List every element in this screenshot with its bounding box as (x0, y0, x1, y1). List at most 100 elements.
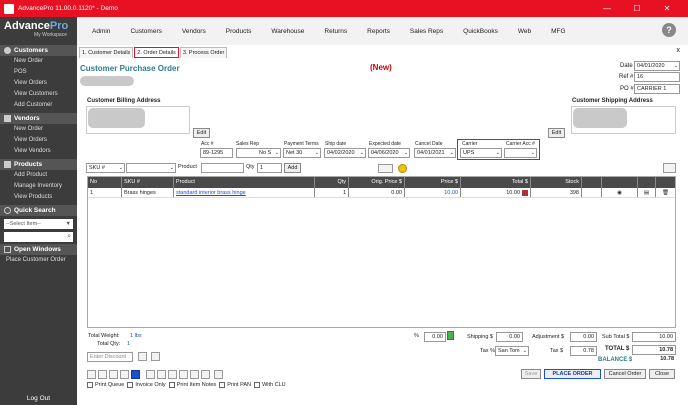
minimize-button[interactable]: — (592, 0, 622, 17)
quick-search-input[interactable]: ⌕ (4, 232, 73, 242)
attach-icon[interactable] (109, 370, 118, 379)
sidebar-item-pos[interactable]: POS (0, 67, 77, 78)
save-button[interactable]: Save (521, 369, 541, 379)
sku-select[interactable]: SKU # ⌄ (86, 163, 125, 173)
menu-customers[interactable]: Customers (130, 28, 161, 35)
place-order-button[interactable]: PLACE ORDER (544, 369, 601, 379)
discount-remove-icon[interactable] (151, 352, 160, 361)
calculator-icon[interactable] (447, 331, 454, 340)
binoculars-icon[interactable] (378, 164, 393, 173)
copy-icon[interactable] (146, 370, 155, 379)
billing-address-box[interactable] (86, 106, 190, 134)
sidebar-item-manage-inventory[interactable]: Manage Inventory (0, 181, 77, 192)
print-pan-checkbox[interactable]: Print PAN (219, 382, 251, 388)
notes-icon[interactable]: ▤ (638, 188, 656, 197)
lock-icon[interactable] (87, 370, 96, 379)
document-icon[interactable] (168, 370, 177, 379)
menu-web[interactable]: Web (518, 28, 531, 35)
expected-date-field[interactable]: 04/06/2020 ⌄ (368, 148, 410, 158)
export-icon[interactable] (201, 370, 210, 379)
col-no[interactable]: No (88, 177, 122, 188)
shipping-input[interactable]: 0.00 (496, 332, 523, 342)
tab-order-details[interactable]: 2. Order Details (134, 47, 179, 58)
sidebar-item-add-product[interactable]: Add Product (0, 170, 77, 181)
acc-field[interactable]: 89-1295 (200, 148, 233, 158)
adjustment-input[interactable]: 0.00 (570, 332, 597, 342)
menu-reports[interactable]: Reports (367, 28, 390, 35)
col-orig-price[interactable]: Orig. Price $ (349, 177, 405, 188)
print-queue-checkbox[interactable]: Print Queue (87, 382, 124, 388)
cancel-date-field[interactable]: 04/01/2021 ⌄ (414, 148, 456, 158)
cell-qty[interactable]: 1 (315, 188, 349, 197)
logout-button[interactable]: Log Out (0, 395, 77, 402)
close-button[interactable]: Close (649, 369, 675, 379)
print-item-notes-checkbox[interactable]: Print Item Notes (168, 382, 216, 388)
col-total[interactable]: Total $ (461, 177, 531, 188)
edit-billing-button[interactable]: Edit (193, 128, 210, 138)
date-field[interactable]: 04/01/2020 ⌄ (634, 61, 680, 71)
tab-customer-details[interactable]: 1. Customer Details (79, 47, 134, 58)
percent-input[interactable]: 0.00 (424, 332, 446, 342)
section-customers[interactable]: Customers (0, 45, 77, 56)
menu-products[interactable]: Products (226, 28, 252, 35)
payment-terms-select[interactable]: Net 30 ⌄ (283, 148, 321, 158)
product-link[interactable]: standard interior brass hinge (174, 188, 315, 197)
tax-rate-select[interactable]: San Tom ⌄ (495, 346, 529, 356)
menu-quickbooks[interactable]: QuickBooks (463, 28, 498, 35)
menu-admin[interactable]: Admin (92, 28, 110, 35)
menu-warehouse[interactable]: Warehouse (271, 28, 304, 35)
cancel-order-button[interactable]: Cancel Order (604, 369, 646, 379)
carrier-acc-select[interactable]: ⌄ (504, 148, 537, 158)
shipping-address-box[interactable] (571, 106, 676, 134)
add-item-button[interactable]: Add (284, 163, 301, 173)
menu-sales-reps[interactable]: Sales Reps (410, 28, 443, 35)
with-clu-checkbox[interactable]: With CLU (254, 382, 286, 388)
list-icon[interactable] (120, 370, 129, 379)
discount-input[interactable]: Enter Discount (87, 352, 133, 362)
sidebar-item-vendor-view-orders[interactable]: View Orders (0, 135, 77, 146)
trash-icon[interactable]: 🗑 (656, 188, 675, 197)
eye-icon[interactable]: ◉ (602, 188, 638, 197)
section-products[interactable]: Products (0, 159, 77, 170)
col-stock[interactable]: Stock (531, 177, 582, 188)
qty-input[interactable]: 1 (257, 163, 282, 173)
sidebar-item-add-customer[interactable]: Add Customer (0, 100, 77, 111)
product-select[interactable]: ⌄ (126, 163, 176, 173)
truck-icon[interactable] (157, 370, 166, 379)
sidebar-item-view-products[interactable]: View Products (0, 192, 77, 203)
barcode-icon[interactable] (179, 370, 188, 379)
po-field[interactable]: CARRIER 1 (634, 84, 680, 94)
help-item-icon[interactable] (398, 164, 407, 173)
tab-process-order[interactable]: 3. Process Order (179, 47, 228, 58)
table-row[interactable]: 1 Brass hinges standard interior brass h… (88, 188, 675, 198)
menu-vendors[interactable]: Vendors (182, 28, 206, 35)
magnifier-icon[interactable]: ⌕ (67, 233, 71, 241)
col-qty[interactable]: Qty (315, 177, 349, 188)
sidebar-item-customer-view-orders[interactable]: View Orders (0, 78, 77, 89)
menu-mfg[interactable]: MFG (551, 28, 565, 35)
sidebar-item-vendor-new-order[interactable]: New Order (0, 124, 77, 135)
carrier-select[interactable]: UPS ⌄ (460, 148, 502, 158)
product-input[interactable] (201, 163, 244, 173)
discount-apply-icon[interactable] (138, 352, 147, 361)
close-tab-icon[interactable]: x (677, 47, 681, 54)
close-window-button[interactable]: ✕ (652, 0, 682, 17)
col-product[interactable]: Product (174, 177, 315, 188)
sales-rep-select[interactable]: No S ⌄ (236, 148, 281, 158)
print-icon[interactable] (190, 370, 199, 379)
email-icon[interactable] (214, 370, 223, 379)
invoice-only-checkbox[interactable]: Invoice Only (127, 382, 166, 388)
quick-search-select[interactable]: --Select Item-- ▼ (4, 219, 73, 229)
col-price[interactable]: Price $ (405, 177, 461, 188)
col-sku[interactable]: SKU # (122, 177, 174, 188)
menu-returns[interactable]: Returns (324, 28, 347, 35)
help-icon[interactable]: ? (662, 23, 676, 37)
check-icon[interactable] (131, 370, 140, 379)
maximize-button[interactable]: ☐ (622, 0, 652, 17)
cell-price[interactable]: 10.00 (405, 188, 461, 197)
ship-date-field[interactable]: 04/02/2020 ⌄ (324, 148, 366, 158)
open-window-place-order[interactable]: Place Customer Order (0, 255, 77, 266)
return-arrow-icon[interactable] (663, 163, 676, 173)
sidebar-item-view-vendors[interactable]: View Vendors (0, 146, 77, 157)
image-icon[interactable] (98, 370, 107, 379)
